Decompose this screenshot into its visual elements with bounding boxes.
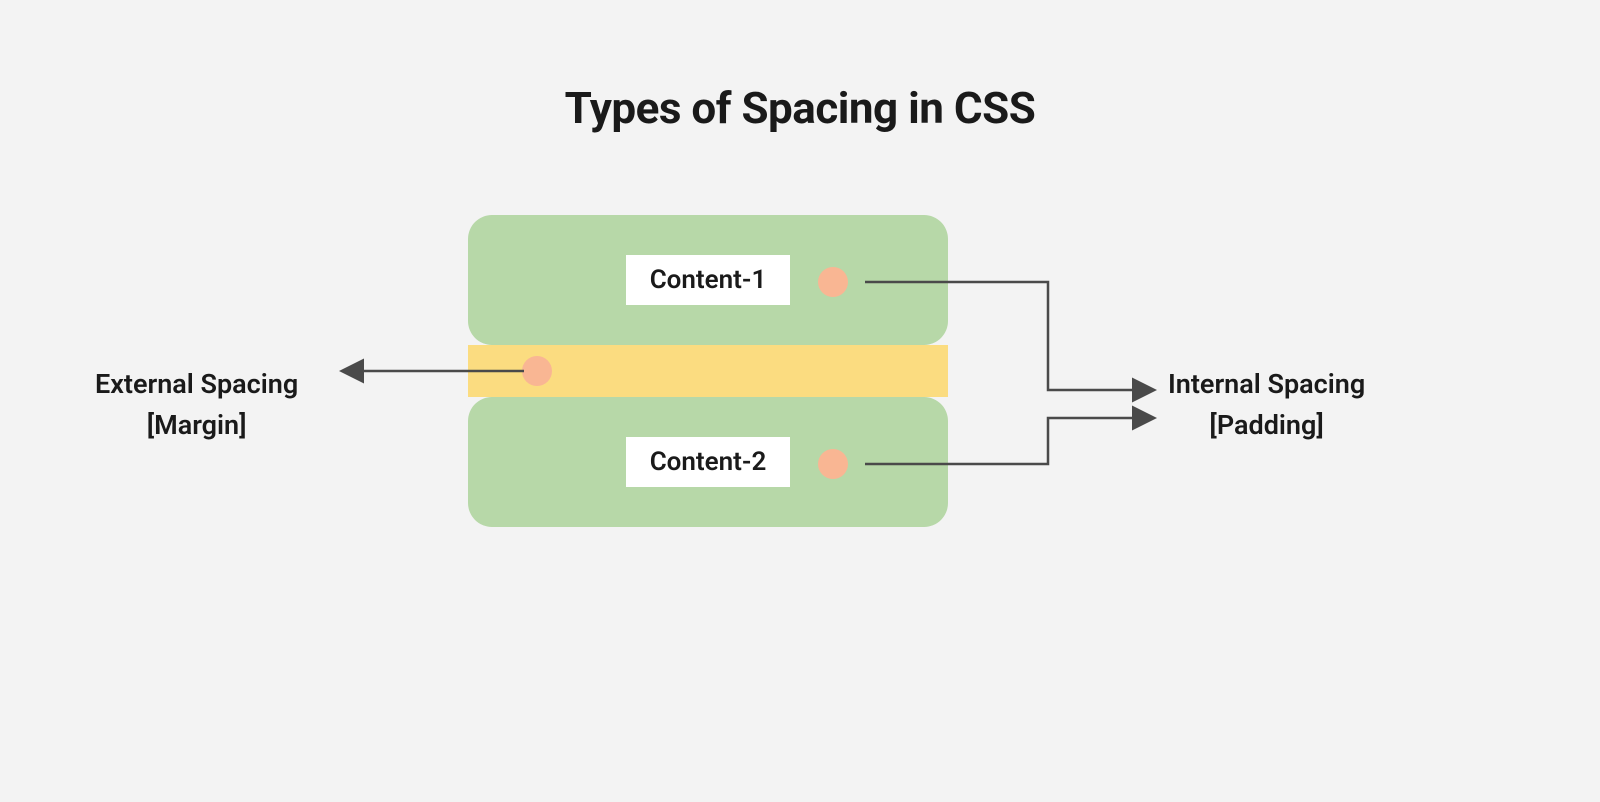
internal-label-line2: [Padding]	[1168, 405, 1365, 446]
content-box-1: Content-1	[468, 215, 948, 345]
content-label-1: Content-1	[626, 255, 791, 305]
margin-dot	[522, 356, 552, 386]
internal-label-line1: Internal Spacing	[1168, 364, 1365, 405]
external-label-line2: [Margin]	[95, 405, 298, 446]
margin-gap	[468, 345, 948, 397]
padding-dot-1	[818, 267, 848, 297]
padding-dot-2	[818, 449, 848, 479]
diagram-stack: Content-1 Content-2	[468, 215, 948, 527]
internal-spacing-label: Internal Spacing [Padding]	[1168, 364, 1365, 445]
content-label-2: Content-2	[626, 437, 791, 487]
external-spacing-label: External Spacing [Margin]	[95, 364, 298, 445]
external-label-line1: External Spacing	[95, 364, 298, 405]
diagram-title: Types of Spacing in CSS	[565, 82, 1036, 134]
content-box-2: Content-2	[468, 397, 948, 527]
